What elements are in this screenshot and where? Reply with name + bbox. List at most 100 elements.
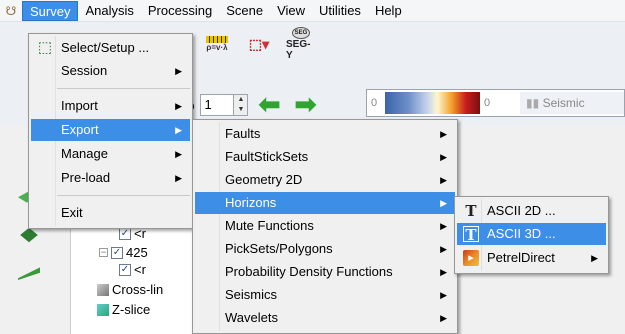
menu-item-label: Faults xyxy=(225,126,261,141)
rock-physics-label: ρ=v·λ xyxy=(206,43,228,52)
horizons-submenu: T ASCII 2D ... T ASCII 3D ... ▸ PetrelDi… xyxy=(454,196,609,274)
menu-item-picksets-polygons[interactable]: PickSets/Polygons ▶ xyxy=(195,238,455,260)
menu-item-faults[interactable]: Faults ▶ xyxy=(195,123,455,145)
submenu-arrow-icon: ▶ xyxy=(440,175,447,185)
menu-item-label: Probability Density Functions xyxy=(225,264,393,279)
menubar: ☋ Survey Analysis Processing Scene View … xyxy=(0,0,625,22)
colorbar-max[interactable]: 0 xyxy=(480,97,520,109)
menu-item-petreldirect[interactable]: ▸ PetrelDirect ▶ xyxy=(457,247,606,269)
colorbar-attribute[interactable]: ▮▮ Seismic xyxy=(520,92,624,114)
checkbox[interactable]: ✓ xyxy=(111,246,123,259)
arrow-right-icon[interactable]: ➡ xyxy=(290,91,320,118)
menu-item-geometry-2d[interactable]: Geometry 2D ▶ xyxy=(195,169,455,191)
menu-item-ascii-2d[interactable]: T ASCII 2D ... xyxy=(457,200,606,222)
menu-scene[interactable]: Scene xyxy=(219,1,270,21)
tree-row[interactable]: − ✓ 425 xyxy=(99,245,148,260)
menu-item-wavelets[interactable]: Wavelets ▶ xyxy=(195,307,455,329)
submenu-arrow-icon: ▶ xyxy=(175,125,182,135)
menu-item-label: Pre-load xyxy=(61,170,111,185)
segy-label: SEG-Y xyxy=(286,39,311,61)
submenu-arrow-icon: ▶ xyxy=(440,152,447,162)
menu-item-seismics[interactable]: Seismics ▶ xyxy=(195,284,455,306)
menu-item-label: Session xyxy=(61,63,108,78)
menu-item-label: Exit xyxy=(61,205,83,220)
colorbar-attribute-label: Seismic xyxy=(542,96,585,110)
submenu-arrow-icon: ▶ xyxy=(440,290,447,300)
menu-item-mute-functions[interactable]: Mute Functions ▶ xyxy=(195,215,455,237)
submenu-arrow-icon: ▶ xyxy=(440,221,447,231)
menu-processing[interactable]: Processing xyxy=(141,1,219,21)
submenu-arrow-icon: ▶ xyxy=(440,244,447,254)
zslice-cube-icon xyxy=(97,303,109,316)
menu-item-label: ASCII 3D ... xyxy=(487,226,556,241)
menu-item-horizons[interactable]: Horizons ▶ xyxy=(195,192,455,214)
export-submenu: Faults ▶ FaultStickSets ▶ Geometry 2D ▶ … xyxy=(192,119,458,334)
menu-item-label: FaultStickSets xyxy=(225,149,309,164)
tree-row[interactable]: Z-slice xyxy=(97,302,150,317)
menu-item-exit[interactable]: Exit xyxy=(31,202,190,224)
colorbar-min[interactable]: 0 xyxy=(367,97,385,109)
pdf-icon[interactable]: ⬚▾ xyxy=(244,29,274,59)
step-value[interactable]: 1 xyxy=(201,95,233,115)
menu-analysis[interactable]: Analysis xyxy=(78,1,140,21)
menu-item-session[interactable]: Session ▶ xyxy=(31,60,190,82)
menu-separator xyxy=(57,195,190,196)
submenu-arrow-icon: ▶ xyxy=(175,149,182,159)
spin-up-icon[interactable]: ▲ xyxy=(234,95,248,105)
segy-icon[interactable]: SEG SEG-Y xyxy=(286,27,316,61)
submenu-arrow-icon: ▶ xyxy=(175,101,182,111)
colorbar[interactable]: 0 0 ▮▮ Seismic xyxy=(366,89,625,117)
menu-item-label: Export xyxy=(61,122,99,137)
tree-row-label: <r xyxy=(134,262,146,277)
menu-item-export[interactable]: Export ▶ xyxy=(31,119,190,141)
text-t-icon: T xyxy=(463,226,479,243)
app-logo-icon: ☋ xyxy=(5,3,17,18)
survey-setup-icon: ⬚ xyxy=(37,39,53,56)
step-spinbox[interactable]: 1 ▲ ▼ xyxy=(200,94,249,116)
menu-item-import[interactable]: Import ▶ xyxy=(31,95,190,117)
submenu-arrow-icon: ▶ xyxy=(440,129,447,139)
menu-view[interactable]: View xyxy=(270,1,312,21)
survey-menu: ⬚ Select/Setup ... Session ▶ Import ▶ Ex… xyxy=(28,33,193,229)
crossline-cube-icon xyxy=(97,283,109,296)
menu-item-probability-density-functions[interactable]: Probability Density Functions ▶ xyxy=(195,261,455,283)
arrow-left-icon[interactable]: ⬅ xyxy=(254,91,284,118)
menu-item-preload[interactable]: Pre-load ▶ xyxy=(31,167,190,189)
segy-disc: SEG xyxy=(292,27,310,39)
submenu-arrow-icon: ▶ xyxy=(440,267,447,277)
menu-item-label: Select/Setup ... xyxy=(61,40,150,55)
petrel-icon: ▸ xyxy=(463,250,479,266)
step-control: ep 1 ▲ ▼ ⬅ ➡ xyxy=(180,91,320,118)
seismic-swatch-icon: ▮▮ xyxy=(526,96,540,110)
checkbox[interactable]: ✓ xyxy=(119,227,131,240)
menu-help[interactable]: Help xyxy=(368,1,409,21)
tree-row[interactable]: Cross-lin xyxy=(97,282,163,297)
menu-item-faultsticksets[interactable]: FaultStickSets ▶ xyxy=(195,146,455,168)
tree-row[interactable]: ✓ <r xyxy=(119,262,146,277)
collapse-icon[interactable]: − xyxy=(99,248,108,257)
menu-item-label: Manage xyxy=(61,146,108,161)
submenu-arrow-icon: ▶ xyxy=(175,173,182,183)
menu-item-label: Wavelets xyxy=(225,310,278,325)
menu-item-label: Geometry 2D xyxy=(225,172,303,187)
tree-row-label: Z-slice xyxy=(112,302,151,317)
green-surface-icon[interactable] xyxy=(18,267,40,280)
menu-item-label: Seismics xyxy=(225,287,278,302)
menu-item-select-setup[interactable]: ⬚ Select/Setup ... xyxy=(31,37,190,59)
menu-item-label: PetrelDirect xyxy=(487,250,555,265)
spin-down-icon[interactable]: ▼ xyxy=(234,105,248,115)
rock-physics-icon[interactable]: ρ=v·λ xyxy=(202,29,232,59)
colorbar-gradient[interactable] xyxy=(385,92,480,114)
tree-row-label: 425 xyxy=(126,245,148,260)
menu-item-ascii-3d[interactable]: T ASCII 3D ... xyxy=(457,223,606,245)
menu-item-label: Import xyxy=(61,98,98,113)
spin-buttons: ▲ ▼ xyxy=(233,95,248,115)
checkbox[interactable]: ✓ xyxy=(119,263,131,276)
menu-separator xyxy=(57,88,190,89)
menu-utilities[interactable]: Utilities xyxy=(312,1,368,21)
menu-item-manage[interactable]: Manage ▶ xyxy=(31,143,190,165)
tree-row-label: Cross-lin xyxy=(112,282,164,297)
menu-survey[interactable]: Survey xyxy=(22,0,79,21)
submenu-arrow-icon: ▶ xyxy=(591,253,598,263)
menu-item-label: PickSets/Polygons xyxy=(225,241,333,256)
